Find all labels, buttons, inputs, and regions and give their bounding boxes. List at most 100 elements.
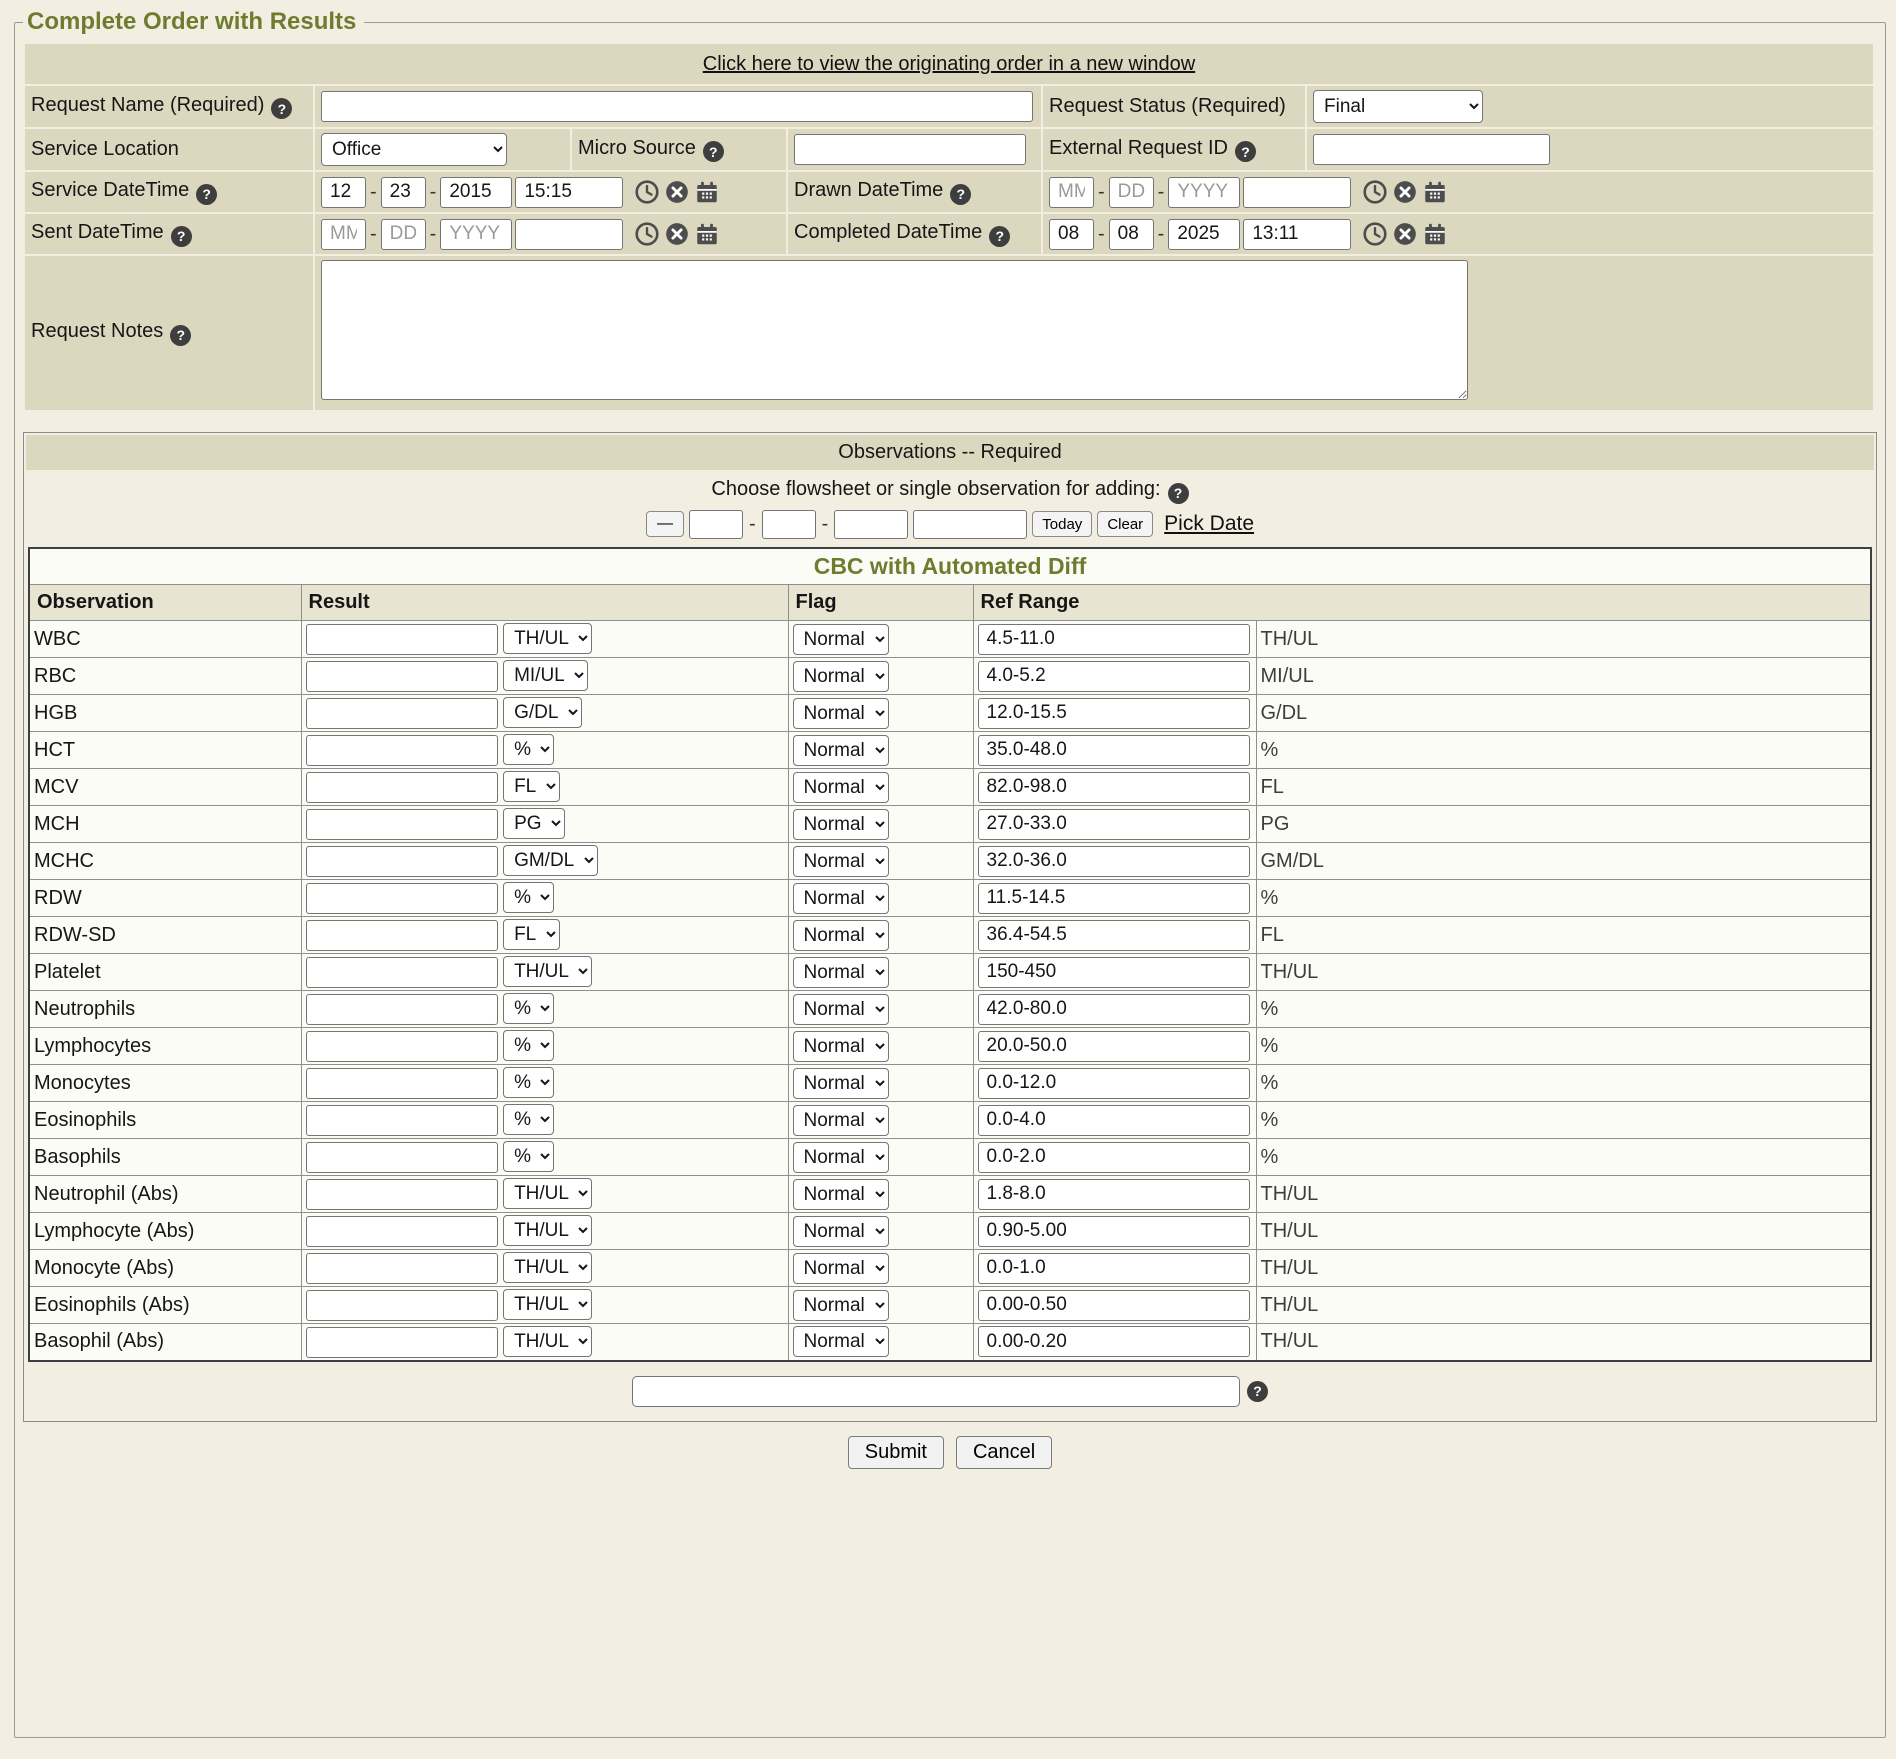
pick-date-link[interactable]: Pick Date (1164, 512, 1254, 536)
result-unit-select[interactable]: MI/UL (503, 660, 588, 691)
external-request-id-input[interactable] (1313, 134, 1550, 165)
today-button[interactable]: Today (1032, 511, 1092, 537)
result-unit-select[interactable]: FL (503, 771, 560, 802)
flag-select[interactable]: Normal (793, 957, 889, 988)
ref-range-input[interactable] (978, 1290, 1250, 1321)
result-unit-select[interactable]: GM/DL (503, 845, 598, 876)
result-unit-select[interactable]: TH/UL (503, 1215, 592, 1246)
ref-range-input[interactable] (978, 846, 1250, 877)
add-observation-input[interactable] (632, 1376, 1240, 1407)
flag-select[interactable]: Normal (793, 1142, 889, 1173)
flowsheet-day-input[interactable] (762, 510, 816, 539)
help-icon[interactable] (1168, 483, 1189, 504)
result-input[interactable] (306, 1142, 498, 1173)
flag-select[interactable]: Normal (793, 1253, 889, 1284)
result-unit-select[interactable]: FL (503, 919, 560, 950)
result-unit-select[interactable]: TH/UL (503, 956, 592, 987)
result-unit-select[interactable]: % (503, 993, 554, 1024)
clear-date-icon[interactable] (664, 179, 690, 205)
clock-icon[interactable] (1362, 221, 1388, 247)
flag-select[interactable]: Normal (793, 698, 889, 729)
flag-select[interactable]: Normal (793, 846, 889, 877)
ref-range-input[interactable] (978, 1179, 1250, 1210)
result-input[interactable] (306, 1290, 498, 1321)
result-input[interactable] (306, 772, 498, 803)
micro-source-input[interactable] (794, 134, 1026, 165)
ref-range-input[interactable] (978, 994, 1250, 1025)
flag-select[interactable]: Normal (793, 920, 889, 951)
drawn-time-input[interactable] (1243, 177, 1351, 208)
cancel-button[interactable]: Cancel (956, 1436, 1052, 1469)
drawn-month-input[interactable] (1049, 177, 1094, 208)
help-icon[interactable] (703, 141, 724, 162)
result-unit-select[interactable]: TH/UL (503, 1289, 592, 1320)
flowsheet-month-input[interactable] (689, 510, 743, 539)
help-icon[interactable] (171, 226, 192, 247)
result-unit-select[interactable]: % (503, 1030, 554, 1061)
ref-range-input[interactable] (978, 1068, 1250, 1099)
result-input[interactable] (306, 846, 498, 877)
result-input[interactable] (306, 1031, 498, 1062)
clear-button[interactable]: Clear (1097, 511, 1153, 537)
result-unit-select[interactable]: TH/UL (503, 1252, 592, 1283)
ref-range-input[interactable] (978, 957, 1250, 988)
clear-date-icon[interactable] (664, 221, 690, 247)
ref-range-input[interactable] (978, 883, 1250, 914)
flowsheet-time-input[interactable] (913, 510, 1027, 539)
ref-range-input[interactable] (978, 809, 1250, 840)
result-unit-select[interactable]: % (503, 882, 554, 913)
flag-select[interactable]: Normal (793, 661, 889, 692)
help-icon[interactable] (196, 184, 217, 205)
calendar-icon[interactable] (1422, 221, 1448, 247)
result-input[interactable] (306, 1216, 498, 1247)
sent-month-input[interactable] (321, 219, 366, 250)
flowsheet-year-input[interactable] (834, 510, 908, 539)
service-time-input[interactable] (515, 177, 623, 208)
help-icon[interactable] (950, 184, 971, 205)
result-input[interactable] (306, 883, 498, 914)
help-icon[interactable] (1235, 141, 1256, 162)
ref-range-input[interactable] (978, 1105, 1250, 1136)
sent-year-input[interactable] (440, 219, 512, 250)
ref-range-input[interactable] (978, 735, 1250, 766)
result-unit-select[interactable]: PG (503, 808, 565, 839)
completed-time-input[interactable] (1243, 219, 1351, 250)
request-name-input[interactable] (321, 91, 1033, 122)
ref-range-input[interactable] (978, 1216, 1250, 1247)
result-input[interactable] (306, 624, 498, 655)
ref-range-input[interactable] (978, 624, 1250, 655)
result-unit-select[interactable]: TH/UL (503, 623, 592, 654)
result-unit-select[interactable]: TH/UL (503, 1326, 592, 1357)
flag-select[interactable]: Normal (793, 772, 889, 803)
help-icon[interactable] (170, 325, 191, 346)
flag-select[interactable]: Normal (793, 1290, 889, 1321)
clock-icon[interactable] (1362, 179, 1388, 205)
service-location-select[interactable]: Office (321, 133, 507, 166)
result-unit-select[interactable]: G/DL (503, 697, 582, 728)
request-status-select[interactable]: Final (1313, 90, 1483, 123)
sent-time-input[interactable] (515, 219, 623, 250)
calendar-icon[interactable] (694, 179, 720, 205)
clock-icon[interactable] (634, 179, 660, 205)
help-icon[interactable] (989, 226, 1010, 247)
calendar-icon[interactable] (694, 221, 720, 247)
completed-year-input[interactable] (1168, 219, 1240, 250)
service-month-input[interactable] (321, 177, 366, 208)
result-unit-select[interactable]: % (503, 734, 554, 765)
result-unit-select[interactable]: % (503, 1141, 554, 1172)
result-input[interactable] (306, 809, 498, 840)
ref-range-input[interactable] (978, 1031, 1250, 1062)
completed-month-input[interactable] (1049, 219, 1094, 250)
ref-range-input[interactable] (978, 772, 1250, 803)
ref-range-input[interactable] (978, 661, 1250, 692)
flag-select[interactable]: Normal (793, 1068, 889, 1099)
flag-select[interactable]: Normal (793, 624, 889, 655)
clear-date-icon[interactable] (1392, 221, 1418, 247)
result-unit-select[interactable]: % (503, 1104, 554, 1135)
result-input[interactable] (306, 661, 498, 692)
clock-icon[interactable] (634, 221, 660, 247)
result-input[interactable] (306, 920, 498, 951)
result-unit-select[interactable]: TH/UL (503, 1178, 592, 1209)
result-input[interactable] (306, 1253, 498, 1284)
result-input[interactable] (306, 957, 498, 988)
